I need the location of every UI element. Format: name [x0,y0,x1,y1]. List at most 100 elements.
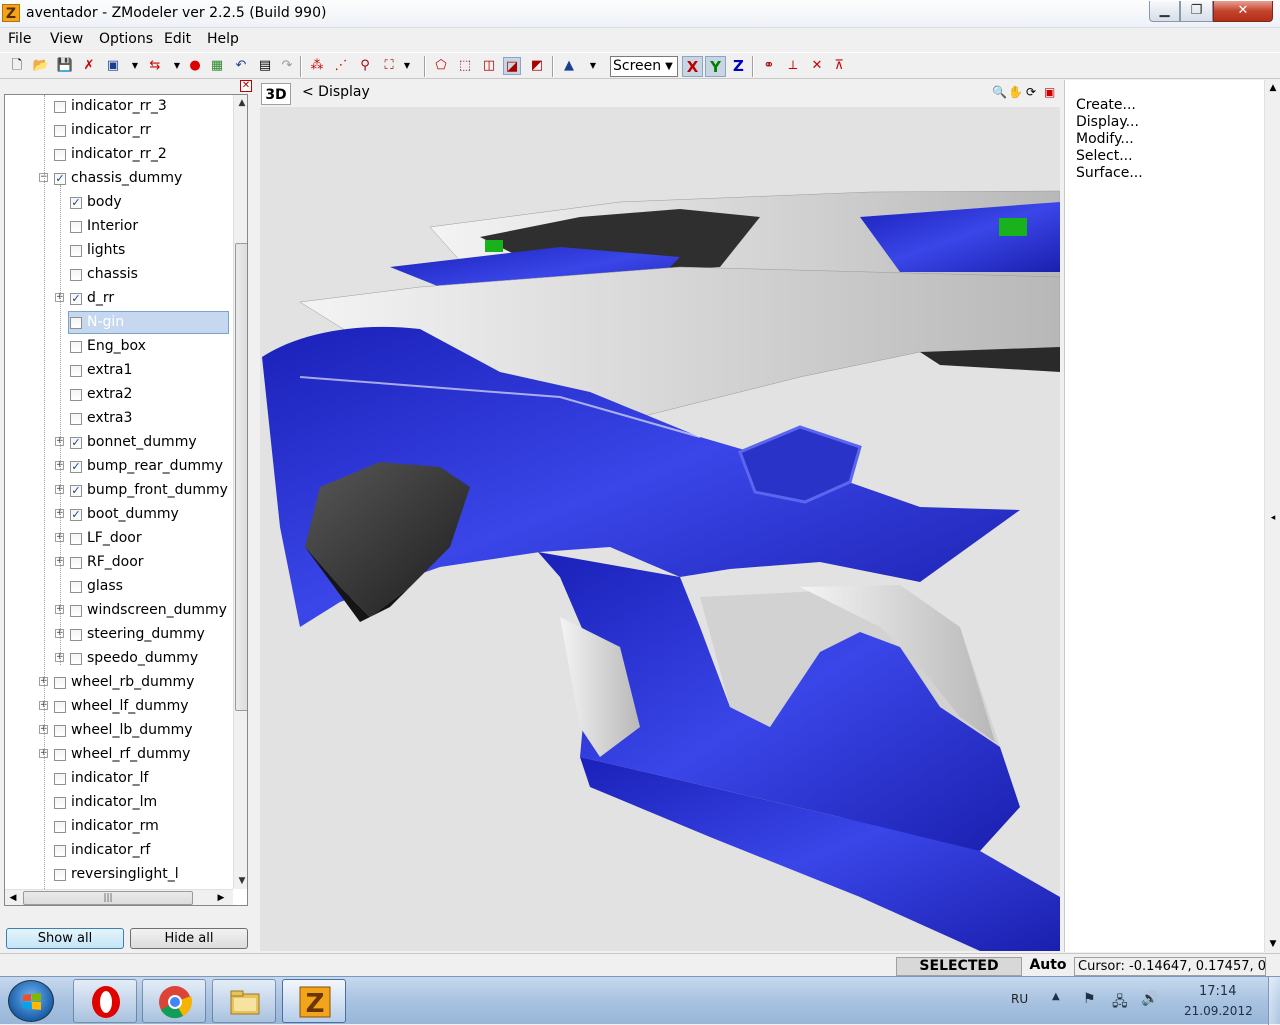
visibility-checkbox[interactable] [54,149,66,161]
select-menu[interactable]: Select... [1076,148,1133,164]
visibility-checkbox[interactable] [54,845,66,857]
visibility-checkbox[interactable] [54,773,66,785]
visibility-checkbox[interactable]: ✓ [70,293,82,305]
maximize-button[interactable]: ❐ [1180,1,1213,22]
visibility-checkbox[interactable] [70,317,82,329]
tree-item[interactable]: N-gin [5,311,231,335]
visibility-checkbox[interactable] [70,653,82,665]
select-edge-icon[interactable]: ⋰ [332,57,350,75]
taskbar-opera[interactable] [73,979,137,1023]
select-object-icon[interactable]: ⚲ [356,57,374,75]
snap-icon[interactable]: ⚭ [760,57,778,75]
command-panel-scrollbar[interactable]: ▲ ◂ ▼ [1264,80,1280,952]
network-icon[interactable]: 🖧 [1112,991,1128,1015]
object-tree[interactable]: indicator_rr_3 indicator_rr indicator_rr_2… [4,94,248,906]
axis-x-button[interactable]: X [682,56,703,77]
edge-mode-icon[interactable]: ⬚ [456,57,474,75]
display-menu[interactable]: Display... [1076,114,1139,130]
tree-item[interactable]: + ✓ bonnet_dummy [5,431,231,455]
3d-canvas[interactable] [260,107,1060,951]
visibility-checkbox[interactable] [70,413,82,425]
clock-time[interactable]: 17:14 [1199,984,1236,999]
import-dropdown-icon[interactable]: ▼ [126,57,144,75]
scroll-thumb-horizontal[interactable]: ||| [23,891,193,905]
visibility-checkbox[interactable]: ✓ [70,197,82,209]
visibility-checkbox[interactable]: ✓ [70,485,82,497]
visibility-checkbox[interactable] [54,821,66,833]
visibility-checkbox[interactable] [70,365,82,377]
lock-x-icon[interactable]: ⟂ [784,57,802,75]
select-vertex-icon[interactable]: ⁂ [308,57,326,75]
tree-item[interactable]: + wheel_lb_dummy [5,719,231,743]
visibility-checkbox[interactable] [70,221,82,233]
app-icon[interactable]: Z [2,4,20,22]
tree-item[interactable]: indicator_rm [5,815,231,839]
menu-help[interactable]: Help [207,31,239,47]
tree-item[interactable]: + wheel_rb_dummy [5,671,231,695]
viewport-mode-button[interactable]: 3D [261,83,291,105]
tree-item[interactable]: extra3 [5,407,231,431]
export-dropdown-icon[interactable]: ▼ [168,57,186,75]
visibility-checkbox[interactable] [70,341,82,353]
tree-item[interactable]: indicator_rr_2 [5,143,231,167]
visibility-checkbox[interactable] [54,101,66,113]
show-hidden-icons-icon[interactable]: ▲ [1052,991,1060,1002]
visibility-checkbox[interactable] [70,245,82,257]
pan-hand-icon[interactable]: ✋ [1008,85,1023,99]
visibility-checkbox[interactable] [70,533,82,545]
tree-item[interactable]: indicator_rr [5,119,231,143]
new-file-icon[interactable]: 🗋 [8,57,26,75]
zoom-icon[interactable]: 🔍 [992,85,1007,99]
auto-indicator[interactable]: Auto [1024,957,1072,976]
object-mode-icon[interactable]: ◪ [503,57,521,75]
tree-item[interactable]: + steering_dummy [5,623,231,647]
start-button[interactable] [8,980,54,1022]
tree-item[interactable]: + ✓ d_rr [5,287,231,311]
tree-item[interactable]: + speedo_dummy [5,647,231,671]
tree-item[interactable]: reversinglight_l [5,863,231,887]
pivot-icon[interactable]: ▲ [560,57,578,75]
tree-item[interactable]: extra2 [5,383,231,407]
taskbar-chrome[interactable] [142,979,206,1023]
visibility-checkbox[interactable] [54,725,66,737]
open-file-icon[interactable]: 📂 [32,57,50,75]
axis-y-button[interactable]: Y [705,56,726,77]
visibility-checkbox[interactable]: ✓ [54,173,66,185]
tree-item[interactable]: + wheel_lf_dummy [5,695,231,719]
vertex-mode-icon[interactable]: ⬠ [432,57,450,75]
close-panel-icon[interactable]: ✕ [240,80,252,92]
visibility-checkbox[interactable] [54,869,66,881]
viewport-title[interactable]: < Display [302,84,370,100]
group-mode-icon[interactable]: ◩ [528,57,546,75]
scroll-left-icon[interactable]: ◀ [5,890,21,905]
scroll-grip-icon[interactable]: ◂ [1265,510,1280,526]
tree-item[interactable]: extra1 [5,359,231,383]
language-indicator[interactable]: RU [1011,992,1028,1006]
visibility-checkbox[interactable] [70,581,82,593]
close-button[interactable]: ✕ [1213,1,1273,22]
hide-all-button[interactable]: Hide all [130,928,248,949]
visibility-checkbox[interactable] [70,269,82,281]
delete-icon[interactable]: ✗ [80,57,98,75]
scroll-up-icon[interactable]: ▲ [234,95,247,111]
taskbar-file-explorer[interactable] [212,979,276,1023]
tree-item[interactable]: + RF_door [5,551,231,575]
menu-file[interactable]: File [8,31,31,47]
tree-item[interactable]: indicator_lm [5,791,231,815]
action-center-flag-icon[interactable]: ⚑ [1083,991,1096,1007]
save-icon[interactable]: 💾 [56,57,74,75]
tree-item[interactable]: ✓ body [5,191,231,215]
visibility-checkbox[interactable]: ✓ [70,509,82,521]
undo-icon[interactable]: ↶ [232,57,250,75]
tree-item[interactable]: lights [5,239,231,263]
coordinate-system-select[interactable]: Screen ▼ [610,56,678,77]
visibility-checkbox[interactable] [54,125,66,137]
surface-menu[interactable]: Surface... [1076,165,1143,181]
scroll-down-icon[interactable]: ▼ [234,873,247,889]
clock-date[interactable]: 21.09.2012 [1184,1004,1253,1018]
scroll-down-icon[interactable]: ▼ [1265,936,1280,952]
visibility-checkbox[interactable] [54,677,66,689]
menu-edit[interactable]: Edit [164,31,191,47]
tree-item[interactable]: glass [5,575,231,599]
scroll-right-icon[interactable]: ▶ [213,890,229,905]
